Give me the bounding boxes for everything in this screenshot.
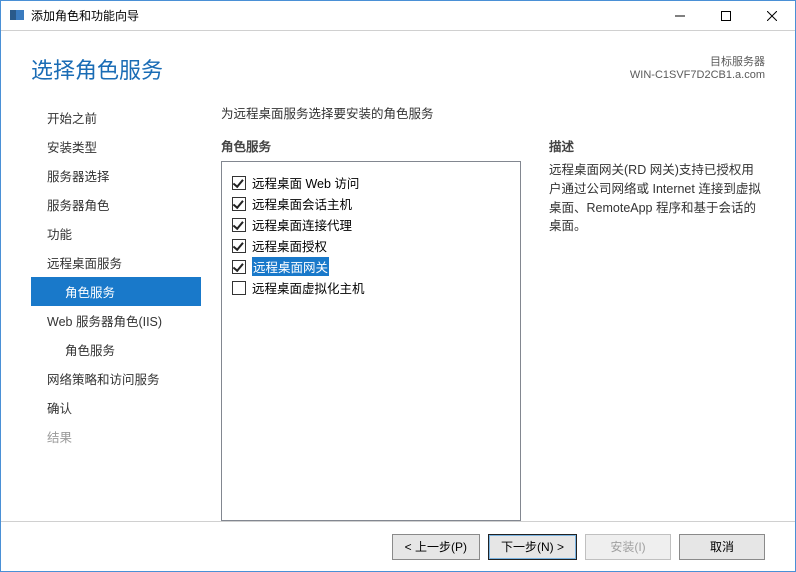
services-label: 角色服务 xyxy=(221,136,521,155)
footer: < 上一步(P) 下一步(N) > 安装(I) 取消 xyxy=(1,521,795,571)
service-item[interactable]: 远程桌面虚拟化主机 xyxy=(232,277,510,298)
target-server-info: 目标服务器 WIN-C1SVF7D2CB1.a.com xyxy=(630,53,765,81)
service-label: 远程桌面网关 xyxy=(252,257,329,276)
target-server-name: WIN-C1SVF7D2CB1.a.com xyxy=(630,69,765,81)
service-item[interactable]: 远程桌面网关 xyxy=(232,256,510,277)
checkbox-icon[interactable] xyxy=(232,176,246,190)
next-button[interactable]: 下一步(N) > xyxy=(488,534,577,560)
service-label: 远程桌面连接代理 xyxy=(252,215,352,234)
description-column: 描述 远程桌面网关(RD 网关)支持已授权用户通过公司网络或 Internet … xyxy=(549,136,765,521)
content-prompt: 为远程桌面服务选择要安装的角色服务 xyxy=(221,103,765,122)
minimize-button[interactable] xyxy=(657,1,703,31)
checkbox-icon[interactable] xyxy=(232,239,246,253)
close-button[interactable] xyxy=(749,1,795,31)
service-item[interactable]: 远程桌面 Web 访问 xyxy=(232,172,510,193)
wizard-window: 添加角色和功能向导 选择角色服务 目标服务器 WIN-C1SVF7D2CB1.a… xyxy=(0,0,796,572)
checkbox-icon[interactable] xyxy=(232,218,246,232)
sidebar-item[interactable]: 服务器选择 xyxy=(31,161,201,190)
page-title: 选择角色服务 xyxy=(31,53,163,85)
service-label: 远程桌面虚拟化主机 xyxy=(252,278,365,297)
sidebar-item[interactable]: Web 服务器角色(IIS) xyxy=(31,306,201,335)
previous-button[interactable]: < 上一步(P) xyxy=(392,534,480,560)
titlebar: 添加角色和功能向导 xyxy=(1,1,795,31)
service-label: 远程桌面授权 xyxy=(252,236,327,255)
sidebar-item[interactable]: 角色服务 xyxy=(31,277,201,306)
sidebar-item[interactable]: 开始之前 xyxy=(31,103,201,132)
service-item[interactable]: 远程桌面授权 xyxy=(232,235,510,256)
header: 选择角色服务 目标服务器 WIN-C1SVF7D2CB1.a.com xyxy=(1,31,795,103)
checkbox-icon[interactable] xyxy=(232,260,246,274)
checkbox-icon[interactable] xyxy=(232,197,246,211)
service-item[interactable]: 远程桌面连接代理 xyxy=(232,214,510,235)
sidebar-item[interactable]: 服务器角色 xyxy=(31,190,201,219)
sidebar-item[interactable]: 安装类型 xyxy=(31,132,201,161)
window-title: 添加角色和功能向导 xyxy=(31,7,657,24)
checkbox-icon[interactable] xyxy=(232,281,246,295)
services-listbox[interactable]: 远程桌面 Web 访问远程桌面会话主机远程桌面连接代理远程桌面授权远程桌面网关远… xyxy=(221,161,521,521)
sidebar-item[interactable]: 远程桌面服务 xyxy=(31,248,201,277)
services-column: 角色服务 远程桌面 Web 访问远程桌面会话主机远程桌面连接代理远程桌面授权远程… xyxy=(221,136,521,521)
service-item[interactable]: 远程桌面会话主机 xyxy=(232,193,510,214)
app-icon xyxy=(9,8,25,24)
target-server-label: 目标服务器 xyxy=(630,53,765,69)
service-label: 远程桌面会话主机 xyxy=(252,194,352,213)
sidebar-item[interactable]: 角色服务 xyxy=(31,335,201,364)
sidebar-item[interactable]: 网络策略和访问服务 xyxy=(31,364,201,393)
window-controls xyxy=(657,1,795,31)
maximize-button[interactable] xyxy=(703,1,749,31)
sidebar: 开始之前安装类型服务器选择服务器角色功能远程桌面服务角色服务Web 服务器角色(… xyxy=(1,103,201,521)
sidebar-item: 结果 xyxy=(31,422,201,451)
description-label: 描述 xyxy=(549,136,765,155)
content: 为远程桌面服务选择要安装的角色服务 角色服务 远程桌面 Web 访问远程桌面会话… xyxy=(201,103,795,521)
service-label: 远程桌面 Web 访问 xyxy=(252,173,359,192)
sidebar-item[interactable]: 确认 xyxy=(31,393,201,422)
description-text: 远程桌面网关(RD 网关)支持已授权用户通过公司网络或 Internet 连接到… xyxy=(549,161,765,236)
content-columns: 角色服务 远程桌面 Web 访问远程桌面会话主机远程桌面连接代理远程桌面授权远程… xyxy=(221,136,765,521)
sidebar-item[interactable]: 功能 xyxy=(31,219,201,248)
cancel-button[interactable]: 取消 xyxy=(679,534,765,560)
body: 开始之前安装类型服务器选择服务器角色功能远程桌面服务角色服务Web 服务器角色(… xyxy=(1,103,795,521)
install-button: 安装(I) xyxy=(585,534,671,560)
